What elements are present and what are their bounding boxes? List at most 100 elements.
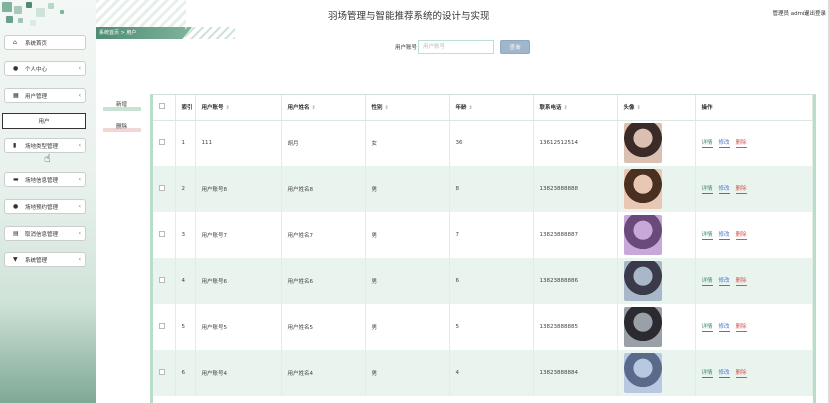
sidebar-subitem-users[interactable]: 用户 — [2, 113, 86, 129]
cell-name: 用户姓名7 — [281, 212, 366, 258]
sidebar-item-venue-booking[interactable]: ● 场地预约管理 ‹ — [4, 199, 86, 214]
cell-gender: 男 — [365, 304, 450, 350]
decor-square — [60, 10, 64, 14]
detail-button[interactable]: 详情 — [701, 368, 713, 378]
cell-name: 用户姓名8 — [281, 166, 366, 212]
cell-gender: 女 — [365, 120, 450, 166]
row-delete-button[interactable]: 删除 — [735, 138, 747, 149]
edit-button[interactable]: 修改 — [718, 184, 730, 194]
row-delete-button[interactable]: 删除 — [735, 322, 747, 332]
row-delete-button[interactable]: 删除 — [735, 184, 747, 194]
header-phone[interactable]: 联系电话 ⇕ — [533, 95, 618, 121]
sidebar-item-users[interactable]: ▦ 用户管理 ‹ — [4, 88, 86, 103]
detail-button[interactable]: 详情 — [701, 230, 713, 240]
decor-square — [2, 2, 12, 12]
table-icon: ▤ — [13, 230, 19, 237]
header-index: 索引 — [175, 95, 196, 121]
chevron-left-icon: ‹ — [78, 256, 81, 263]
top-bar: 羽场管理与智能推荐系统的设计与实现 管理员 admin 退出登录 — [96, 0, 830, 27]
edit-button[interactable]: 修改 — [718, 230, 730, 240]
table-header-row: 索引 用户账号 ⇕ 用户姓名 ⇕ 性别 ⇕ 年龄 ⇕ 联系电话 ⇕ 头像 ⇕ 操作 — [153, 95, 813, 121]
edit-button[interactable]: 修改 — [718, 138, 730, 149]
detail-button[interactable]: 详情 — [701, 276, 713, 286]
header-ops: 操作 — [695, 95, 813, 121]
top-stripes-decor — [96, 0, 186, 27]
sort-icon: ⇕ — [636, 105, 641, 112]
header-avatar[interactable]: 头像 ⇕ — [617, 95, 696, 121]
edit-button[interactable]: 修改 — [718, 322, 730, 332]
cell-name: 用户姓名5 — [281, 304, 366, 350]
cell-account: 用户账号8 — [195, 166, 282, 212]
header-account[interactable]: 用户账号 ⇕ — [195, 95, 282, 121]
search-button[interactable]: 查询 — [500, 40, 530, 54]
logout-link[interactable]: 退出登录 — [804, 9, 826, 17]
cell-account: 用户账号5 — [195, 304, 282, 350]
delete-button[interactable]: 删除 — [116, 122, 127, 130]
sidebar-item-venue-info[interactable]: ▬ 场地信息管理 ‹ — [4, 172, 86, 187]
row-delete-button[interactable]: 删除 — [735, 368, 747, 378]
chart-icon: ▮ — [13, 142, 17, 149]
decor-square — [26, 2, 32, 8]
row-delete-button[interactable]: 删除 — [735, 230, 747, 240]
row-checkbox[interactable] — [153, 350, 176, 396]
cell-age: 36 — [449, 120, 534, 166]
cell-age: 8 — [449, 166, 534, 212]
breadcrumb[interactable]: 系统首页 > 用户 — [99, 29, 136, 36]
sidebar-item-profile[interactable]: ● 个人中心 ‹ — [4, 61, 86, 76]
sort-icon: ⇕ — [225, 105, 230, 112]
cell-ops: 详情 修改 删除 — [695, 120, 813, 166]
sidebar: ⌂ 系统首页 ● 个人中心 ‹ ▦ 用户管理 ‹ 用户 ▮ 场地类型管理 ‹ ▬… — [0, 0, 96, 403]
table-row: 1 111 胡月女 36 13612512514 详情 修改 删除 — [153, 120, 813, 166]
cell-avatar — [617, 258, 696, 304]
detail-button[interactable]: 详情 — [701, 184, 713, 194]
header-gender[interactable]: 性别 ⇕ — [365, 95, 450, 121]
sidebar-item-cancel-info[interactable]: ▤ 取消信息管理 ‹ — [4, 226, 86, 241]
sidebar-item-system[interactable]: ▼ 系统管理 ‹ — [4, 252, 86, 267]
search-input[interactable] — [418, 40, 494, 54]
decor-square — [14, 6, 22, 14]
row-checkbox[interactable] — [153, 166, 176, 212]
edit-button[interactable]: 修改 — [718, 368, 730, 378]
cell-ops: 详情 修改 删除 — [695, 166, 813, 212]
row-checkbox[interactable] — [153, 258, 176, 304]
cell-age: 6 — [449, 258, 534, 304]
cell-gender: 男 — [365, 258, 450, 304]
trophy-icon: ▼ — [13, 256, 18, 263]
cell-index: 3 — [175, 212, 196, 258]
cell-phone: 13823888888 — [533, 166, 618, 212]
table-row: 4 用户账号6 用户姓名6 男 6 13823888886 详情 修改 删除 — [153, 258, 813, 304]
cell-phone: 13823888887 — [533, 212, 618, 258]
add-button[interactable]: 新增 — [116, 100, 127, 108]
detail-button[interactable]: 详情 — [701, 138, 713, 149]
search-label: 用户账号 — [395, 45, 418, 51]
header-name[interactable]: 用户姓名 ⇕ — [281, 95, 366, 121]
cell-name: 用户姓名4 — [281, 350, 366, 396]
avatar — [623, 123, 662, 164]
cell-account: 用户账号6 — [195, 258, 282, 304]
sidebar-item-venue-type[interactable]: ▮ 场地类型管理 ‹ — [4, 138, 86, 153]
cell-account: 111 — [195, 120, 282, 166]
chevron-left-icon: ‹ — [78, 203, 81, 210]
header-age[interactable]: 年龄 ⇕ — [449, 95, 534, 121]
table-row: 5 用户账号5 用户姓名5 男 5 13823888885 详情 修改 删除 — [153, 304, 813, 350]
cell-phone: 13612512514 — [533, 120, 618, 166]
row-checkbox[interactable] — [153, 304, 176, 350]
cell-index: 5 — [175, 304, 196, 350]
chevron-down-icon: ‹ — [78, 92, 81, 99]
cell-ops: 详情 修改 删除 — [695, 304, 813, 350]
decor-square — [36, 8, 45, 17]
user-info: 管理员 admin — [772, 11, 808, 17]
row-delete-button[interactable]: 删除 — [735, 276, 747, 286]
row-checkbox[interactable] — [153, 212, 176, 258]
cell-avatar — [617, 304, 696, 350]
cell-account: 用户账号7 — [195, 212, 282, 258]
chevron-left-icon: ‹ — [78, 176, 81, 183]
row-checkbox[interactable] — [153, 120, 176, 166]
sidebar-item-home[interactable]: ⌂ 系统首页 — [4, 35, 86, 50]
avatar — [623, 261, 662, 301]
edit-button[interactable]: 修改 — [718, 276, 730, 286]
cell-ops: 详情 修改 删除 — [695, 258, 813, 304]
detail-button[interactable]: 详情 — [701, 322, 713, 332]
select-all-checkbox[interactable] — [153, 95, 176, 121]
table-row: 6 用户账号4 用户姓名4 男 4 13823888884 详情 修改 删除 — [153, 350, 813, 396]
